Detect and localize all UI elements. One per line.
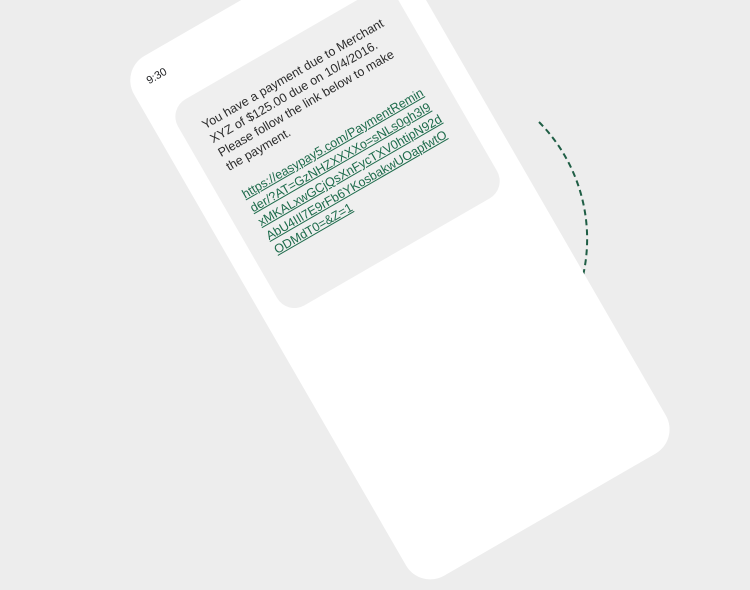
status-time: 9:30: [144, 65, 170, 87]
